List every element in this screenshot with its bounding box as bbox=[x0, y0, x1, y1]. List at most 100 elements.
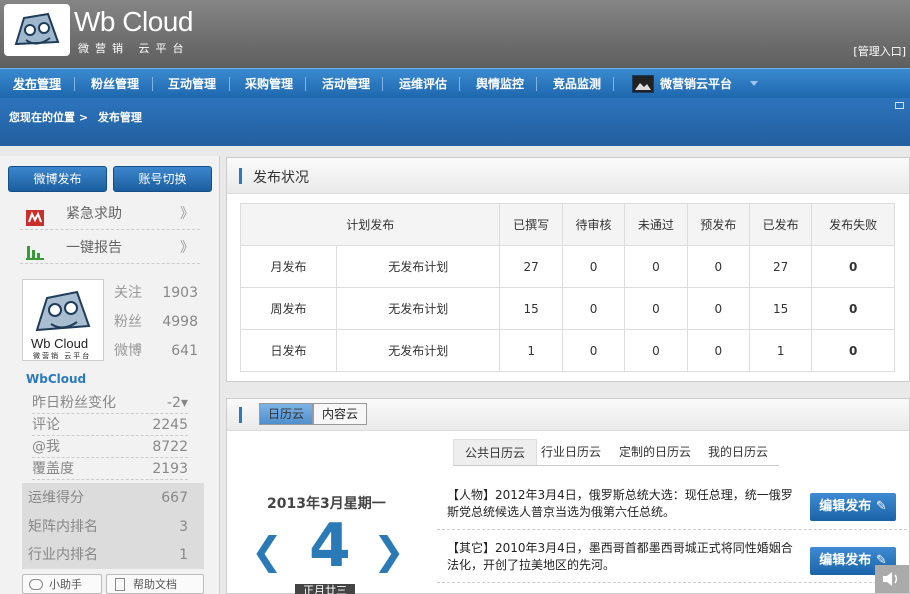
title-marker bbox=[239, 407, 242, 423]
helper-label: 小助手 bbox=[49, 578, 82, 591]
score-row: 运维得分 667 bbox=[28, 484, 188, 512]
calendar-panel: 日历云 内容云 公共日历云 行业日历云 定制的日历云 我的日历云 2013年3月… bbox=[226, 398, 910, 594]
score-row: 行业内排名 1 bbox=[28, 541, 188, 569]
speaker-icon[interactable] bbox=[875, 565, 909, 593]
fail-cell[interactable]: 0 bbox=[811, 329, 895, 372]
value-cell[interactable]: 1 bbox=[748, 329, 813, 372]
score-row: 矩阵内排名 3 bbox=[28, 513, 188, 541]
news-item: 【其它】2010年3月4日，墨西哥首都墨西哥城正式将同性婚姻合法化，开创了拉美地… bbox=[447, 541, 793, 572]
metric-row: 评论 2245 bbox=[32, 414, 188, 436]
value-cell[interactable]: 0 bbox=[624, 329, 688, 372]
nav-activity[interactable]: 活动管理 bbox=[322, 69, 370, 99]
metric-value: 2245 bbox=[152, 417, 188, 433]
metric-label: 覆盖度 bbox=[32, 461, 74, 477]
nav-purchase[interactable]: 采购管理 bbox=[245, 69, 293, 99]
top-header: Wb Cloud 微营销 云平台 [管理入口] bbox=[0, 0, 910, 68]
nav-divider bbox=[613, 77, 614, 91]
value-cell[interactable]: 27 bbox=[748, 245, 813, 288]
chevron-right-icon: 》 bbox=[180, 206, 194, 222]
edit-publish-button[interactable]: 编辑发布 ✎ bbox=[810, 493, 896, 521]
tab-content-cloud[interactable]: 内容云 bbox=[313, 403, 368, 425]
fans-stat[interactable]: 粉丝 4998 bbox=[114, 309, 198, 335]
nav-platform[interactable]: 微营销云平台 bbox=[660, 69, 732, 99]
chevron-left-icon[interactable]: ❮ bbox=[251, 529, 283, 573]
divider bbox=[437, 582, 907, 583]
account-switch-button[interactable]: 账号切换 bbox=[113, 166, 212, 192]
chevron-right-icon: 》 bbox=[180, 240, 194, 256]
metric-row: 覆盖度 2193 bbox=[32, 458, 188, 480]
nav-divider bbox=[382, 77, 383, 91]
emergency-help-item[interactable]: 紧急求助 》 bbox=[20, 198, 200, 230]
table-row: 月发布 无发布计划 27 0 0 0 27 0 bbox=[240, 245, 895, 288]
subtab-public[interactable]: 公共日历云 bbox=[453, 439, 538, 465]
period-cell: 月发布 bbox=[240, 245, 337, 288]
table-row: 日发布 无发布计划 1 0 0 0 1 0 bbox=[240, 329, 895, 372]
nav-fans[interactable]: 粉丝管理 bbox=[91, 69, 139, 99]
col-header: 待审核 bbox=[561, 203, 626, 246]
nav-divider bbox=[229, 77, 230, 91]
weibo-publish-button[interactable]: 微博发布 bbox=[8, 166, 107, 192]
follow-stat[interactable]: 关注 1903 bbox=[114, 280, 198, 306]
subtab-custom[interactable]: 定制的日历云 bbox=[608, 439, 702, 465]
breadcrumb: 您现在的位置 > 发布管理 bbox=[9, 109, 142, 125]
emergency-icon bbox=[26, 206, 44, 226]
admin-entry-link[interactable]: [管理入口] bbox=[853, 43, 906, 59]
helper-icon bbox=[29, 579, 43, 590]
nav-ops-eval[interactable]: 运维评估 bbox=[399, 69, 447, 99]
score-value: 1 bbox=[179, 547, 188, 563]
nav-opinion[interactable]: 舆情监控 bbox=[476, 69, 524, 99]
platform-image-icon bbox=[632, 75, 654, 93]
value-cell[interactable]: 0 bbox=[561, 329, 626, 372]
metric-row: @我 8722 bbox=[32, 436, 188, 458]
value-cell[interactable]: 15 bbox=[499, 287, 563, 330]
value-cell[interactable]: 0 bbox=[686, 287, 750, 330]
helper-button[interactable]: 小助手 bbox=[22, 574, 102, 594]
col-header: 已撰写 bbox=[499, 203, 563, 246]
avatar[interactable]: Wb Cloud 微营销 云平台 bbox=[22, 279, 104, 361]
weibo-stat[interactable]: 微博 641 bbox=[114, 338, 198, 364]
calendar-date-title: 2013年3月星期一 bbox=[267, 496, 386, 512]
col-header: 已发布 bbox=[748, 203, 813, 246]
subtab-mine[interactable]: 我的日历云 bbox=[697, 439, 779, 465]
fail-cell[interactable]: 0 bbox=[811, 287, 895, 330]
value-cell[interactable]: 0 bbox=[561, 245, 626, 288]
follow-label: 关注 bbox=[114, 285, 142, 301]
account-name[interactable]: WbCloud bbox=[26, 372, 86, 386]
pencil-icon: ✎ bbox=[875, 499, 887, 514]
breadcrumb-current[interactable]: 发布管理 bbox=[98, 111, 142, 124]
lunar-date: 正月廿三 bbox=[295, 584, 355, 594]
chevron-right-icon[interactable]: ❯ bbox=[373, 529, 405, 573]
logo-text: Wb Cloud bbox=[74, 6, 193, 37]
follow-count: 1903 bbox=[162, 285, 198, 301]
tab-calendar-cloud[interactable]: 日历云 bbox=[259, 403, 314, 425]
period-cell: 日发布 bbox=[240, 329, 337, 372]
value-cell[interactable]: 0 bbox=[686, 329, 750, 372]
fans-count: 4998 bbox=[162, 314, 198, 330]
score-value: 3 bbox=[179, 519, 188, 535]
value-cell[interactable]: 0 bbox=[624, 245, 688, 288]
metric-label: 评论 bbox=[32, 417, 60, 433]
bar-chart-icon bbox=[26, 240, 44, 260]
nav-divider bbox=[152, 77, 153, 91]
value-cell[interactable]: 27 bbox=[499, 245, 563, 288]
help-docs-button[interactable]: 帮助文档 bbox=[106, 574, 204, 594]
value-cell[interactable]: 0 bbox=[686, 245, 750, 288]
nav-competitor[interactable]: 竞品监测 bbox=[553, 69, 601, 99]
nav-publish[interactable]: 发布管理 bbox=[13, 69, 61, 99]
nav-interaction[interactable]: 互动管理 bbox=[168, 69, 216, 99]
subtab-industry[interactable]: 行业日历云 bbox=[530, 439, 612, 465]
nav-divider bbox=[536, 77, 537, 91]
restore-window-icon[interactable] bbox=[895, 102, 904, 109]
value-cell[interactable]: 15 bbox=[748, 287, 813, 330]
one-click-report-item[interactable]: 一键报告 》 bbox=[20, 232, 200, 264]
logo-subtitle: 微营销 云平台 bbox=[78, 42, 190, 55]
value-cell[interactable]: 1 bbox=[499, 329, 563, 372]
value-cell[interactable]: 0 bbox=[561, 287, 626, 330]
chevron-down-icon[interactable] bbox=[750, 81, 758, 86]
breadcrumb-bar: 您现在的位置 > 发布管理 bbox=[0, 98, 910, 146]
breadcrumb-prefix: 您现在的位置 > bbox=[9, 111, 89, 124]
edit-publish-label: 编辑发布 bbox=[819, 499, 872, 514]
value-cell[interactable]: 0 bbox=[624, 287, 688, 330]
col-header: 预发布 bbox=[686, 203, 750, 246]
fail-cell[interactable]: 0 bbox=[811, 245, 895, 288]
